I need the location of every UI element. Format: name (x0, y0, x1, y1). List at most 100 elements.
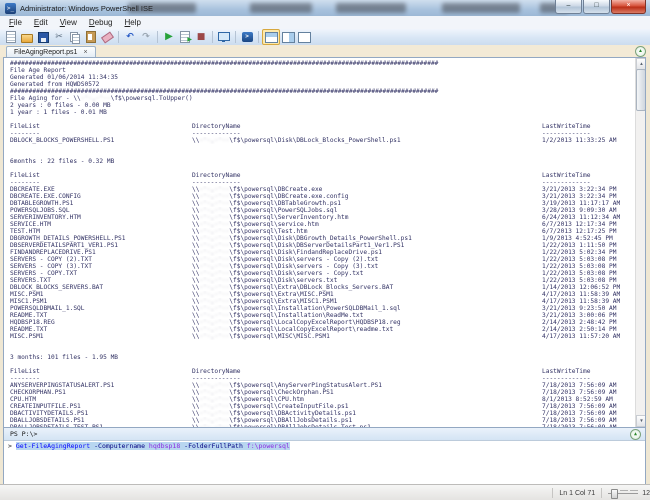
menu-file[interactable]: File (3, 17, 28, 29)
output-line: Generated from HQWDS0572 (10, 81, 636, 88)
table-row: DBTABLEGROWTH.PS1\\·'·,·'··\f$\powersql\… (10, 200, 636, 207)
table-header-row: FileListDirectoryNameLastWriteTime (10, 123, 636, 130)
output-text: ########################################… (4, 58, 636, 427)
toolbar-separator (118, 31, 119, 43)
zoom-value: 12 (642, 490, 650, 497)
show-script-pane-maximized-button[interactable] (296, 30, 312, 44)
redo-button[interactable]: ↷ (138, 30, 154, 44)
clear-output-button[interactable] (99, 30, 115, 44)
save-button[interactable] (35, 30, 51, 44)
table-row: SERVERS - COPY.TXT\\·'·,·'··\f$\powersql… (10, 270, 636, 277)
paste-clipboard-icon (86, 31, 96, 43)
stop-square-icon: ■ (197, 33, 206, 42)
table-row: DBCREATE.EXE.CONFIG\\·'·,·'··\f$\powersq… (10, 193, 636, 200)
start-powershell-button[interactable]: > (239, 30, 255, 44)
tab-close-icon[interactable]: × (83, 49, 87, 56)
table-row: POWERSQLDBMAIL_1.SQL\\·'·,·'··\f$\powers… (10, 305, 636, 312)
toggle-script-pane-button[interactable]: ▲ (635, 46, 646, 57)
command-prompt-band: PS P:\> ▲ (4, 428, 645, 441)
table-row: SERVERS.TXT\\·'·,·'··\f$\powersql\Disk\s… (10, 277, 636, 284)
zoom-slider-tick (630, 490, 638, 491)
layout-right-icon (282, 32, 295, 43)
scroll-down-icon[interactable]: ▼ (636, 415, 646, 427)
output-line: ########################################… (10, 88, 636, 95)
table-row: SERVERINVENTORY.HTM\\·'·,·'··\f$\powersq… (10, 214, 636, 221)
toolbar-separator (157, 31, 158, 43)
table-row: DBALLJOBSDETAILS.PS1\\·'·,·'··\f$\powers… (10, 417, 636, 424)
zoom-slider-tick (620, 490, 628, 491)
line-col-indicator: Ln 1 Col 71 (559, 490, 595, 497)
title-bar[interactable]: >_ Administrator: Windows PowerShell ISE… (0, 0, 650, 17)
output-line: ########################################… (10, 60, 636, 67)
zoom-slider[interactable] (608, 488, 638, 498)
run-selection-play-icon: ▶ (187, 37, 192, 43)
redacted-server-name: ·'·,·'·· (199, 291, 229, 298)
output-scrollbar[interactable]: ▲ ▼ (635, 58, 645, 427)
run-selection-button[interactable]: ▶ (177, 30, 193, 44)
table-row: DBLOCK_BLOCKS_SERVERS.BAT\\·'·,·'··\f$\p… (10, 284, 636, 291)
output-line (10, 347, 636, 354)
table-header-row: ---------------------------------- (10, 130, 636, 137)
table-header-row: ---------------------------------- (10, 179, 636, 186)
menu-edit[interactable]: Edit (28, 17, 54, 29)
redacted-server-name: ·'·,·'·· (199, 193, 229, 200)
table-row: HQDBSP18.REG\\·'·,·'··\f$\powersql\Local… (10, 319, 636, 326)
toolbar-separator (212, 31, 213, 43)
toggle-output-pane-button[interactable]: ▲ (630, 429, 641, 440)
redacted-server-name: ·'·,·'·· (199, 319, 229, 326)
layout-maximized-icon (298, 32, 311, 43)
window-controls: – □ × (554, 0, 646, 14)
menu-view[interactable]: View (54, 17, 83, 29)
scrollbar-thumb[interactable] (636, 69, 646, 111)
redacted-server-name: ·'·,·'·· (199, 312, 229, 319)
redacted-server-name: ·'·,·'·· (199, 263, 229, 270)
redacted-server-name: ·'·,·'·· (199, 242, 229, 249)
command-pane[interactable]: PS P:\> ▲ > Get-FileAgingReport -Compute… (3, 427, 646, 485)
minimize-button[interactable]: – (555, 0, 582, 14)
table-row: DBGROWTH_DETAILS_POWERSHELL.PS1\\·'·,·'·… (10, 235, 636, 242)
new-remote-powershell-tab-button[interactable] (216, 30, 232, 44)
redacted-server-name: ·'·,·'·· (199, 207, 229, 214)
redacted-server-name: ·'·,·'·· (199, 417, 229, 424)
output-line: 1 year : 1 files - 0.01 MB (10, 109, 636, 116)
menu-help[interactable]: Help (119, 17, 147, 29)
table-row: SERVERS - COPY (3).TXT\\·'·,·'··\f$\powe… (10, 263, 636, 270)
table-row: README.TXT\\·'·,·'··\f$\powersql\LocalCo… (10, 326, 636, 333)
toolbar-separator (235, 31, 236, 43)
command-token-arg: f:\powersql (247, 442, 290, 450)
run-script-button[interactable]: ▶ (161, 30, 177, 44)
copy-button[interactable] (67, 30, 83, 44)
menu-debug[interactable]: Debug (83, 17, 119, 29)
menu-bar: FileEditViewDebugHelp (0, 16, 650, 30)
undo-button[interactable]: ↶ (122, 30, 138, 44)
table-row: SERVERS - COPY (2).TXT\\·'·,·'··\f$\powe… (10, 256, 636, 263)
close-button[interactable]: × (611, 0, 646, 14)
redacted-server-name: ·'·,·'·· (199, 249, 229, 256)
output-pane[interactable]: ########################################… (3, 57, 646, 428)
redacted-server-name: ·'·,·'·· (81, 95, 111, 102)
prompt-text: PS P:\> (10, 430, 37, 438)
show-script-pane-top-button[interactable] (262, 29, 280, 45)
redacted-server-name: ·'·,·'·· (199, 221, 229, 228)
show-script-pane-right-button[interactable] (280, 30, 296, 44)
maximize-button[interactable]: □ (583, 0, 610, 14)
zoom-slider-thumb[interactable] (611, 489, 618, 499)
table-row: FINDANDREPLACEDRIVE.PS1\\·'·,·'··\f$\pow… (10, 249, 636, 256)
redacted-server-name: ·'·,·'·· (199, 235, 229, 242)
new-script-button[interactable] (3, 30, 19, 44)
powershell-console-icon: > (242, 32, 253, 42)
command-input-line[interactable]: > Get-FileAgingReport -Computername hqdb… (4, 442, 645, 451)
redacted-server-name: ·'·,·'·· (199, 186, 229, 193)
output-line (10, 361, 636, 368)
stop-execution-button[interactable]: ■ (193, 30, 209, 44)
table-row: DBSERVERDETAILSPART1_VER1.PS1\\·'·,·'··\… (10, 242, 636, 249)
redacted-server-name: ·'·,·'·· (199, 326, 229, 333)
eraser-icon (100, 31, 113, 43)
paste-button[interactable] (83, 30, 99, 44)
redacted-server-name: ·'·,·'·· (199, 396, 229, 403)
output-line: Generated 01/06/2014 11:34:35 (10, 74, 636, 81)
cut-button[interactable]: ✂ (51, 30, 67, 44)
open-script-button[interactable] (19, 30, 35, 44)
toolbar-separator (258, 31, 259, 43)
table-header-row: FileListDirectoryNameLastWriteTime (10, 172, 636, 179)
